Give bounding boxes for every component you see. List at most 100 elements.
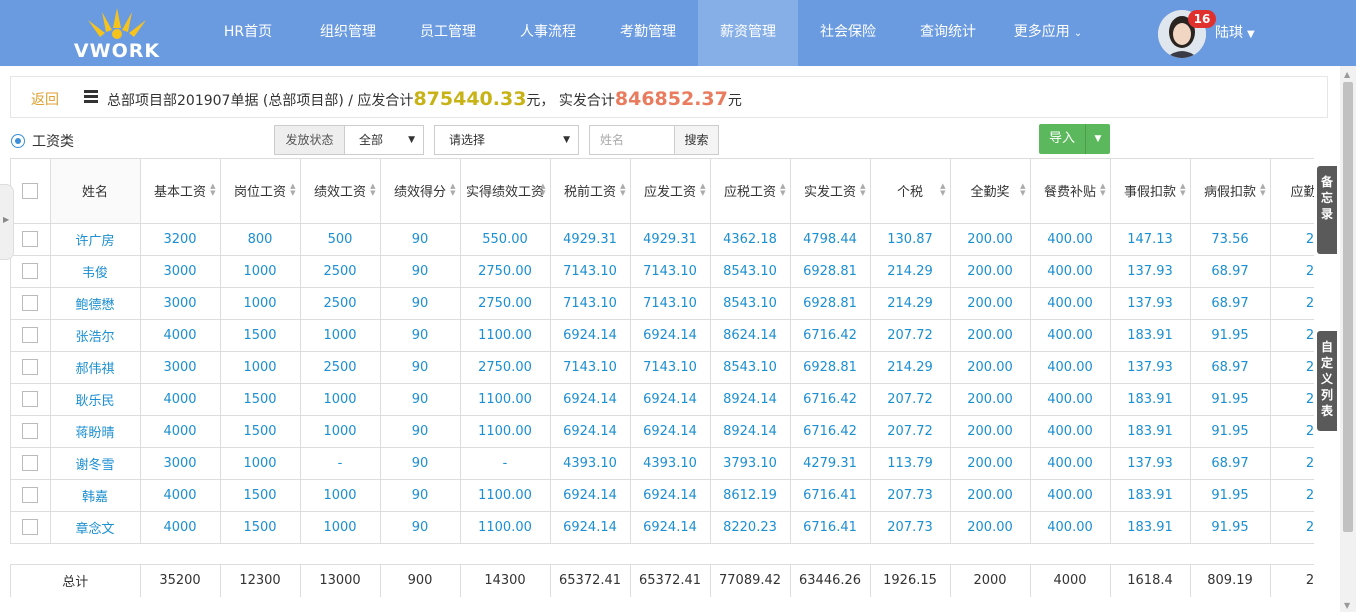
row-checkbox[interactable] (22, 295, 39, 311)
nav-hr-workflow[interactable]: 人事流程 (498, 0, 598, 66)
row-checkbox[interactable] (22, 263, 39, 279)
salary-cell[interactable]: 8924.14 (710, 383, 791, 416)
salary-cell[interactable]: 4362.18 (710, 223, 791, 256)
salary-cell[interactable]: 1500 (220, 479, 301, 512)
salary-cell[interactable]: 1000 (220, 287, 301, 320)
salary-cell[interactable]: 200.00 (950, 255, 1031, 288)
salary-cell[interactable]: 90 (380, 287, 461, 320)
salary-cell[interactable]: 400.00 (1030, 447, 1111, 480)
salary-cell[interactable]: 4000 (140, 383, 221, 416)
user-menu[interactable]: 陆琪 ▼ (1215, 22, 1255, 42)
salary-cell[interactable]: 4000 (140, 415, 221, 448)
salary-cell[interactable]: 113.79 (870, 447, 951, 480)
sort-icon[interactable]: ▲ ▼ (450, 183, 455, 197)
salary-cell[interactable]: 2 (1270, 255, 1314, 288)
salary-cell[interactable]: 4798.44 (790, 223, 871, 256)
salary-cell[interactable]: 1000 (220, 351, 301, 384)
salary-cell[interactable]: - (300, 447, 381, 480)
column-header[interactable]: 应勤天▲▼ (1270, 159, 1314, 224)
vertical-scrollbar[interactable]: ▲ ▼ (1340, 66, 1356, 612)
column-header[interactable]: 岗位工资 ▲ ▼ (220, 159, 301, 224)
salary-cell[interactable]: 91.95 (1190, 479, 1271, 512)
column-header[interactable]: 绩效工资 ▲ ▼ (300, 159, 381, 224)
salary-cell[interactable]: 91.95 (1190, 415, 1271, 448)
back-link[interactable]: 返回 (31, 89, 59, 109)
salary-cell[interactable]: 1100.00 (460, 383, 551, 416)
salary-cell[interactable]: 8924.14 (710, 415, 791, 448)
salary-type-radio[interactable] (11, 134, 25, 148)
salary-cell[interactable]: 6928.81 (790, 351, 871, 384)
sort-icon[interactable]: ▲ ▼ (1020, 183, 1025, 197)
row-checkbox[interactable] (22, 519, 39, 535)
salary-cell[interactable]: 207.72 (870, 319, 951, 352)
row-checkbox[interactable] (22, 487, 39, 503)
salary-cell[interactable]: 6924.14 (550, 383, 631, 416)
salary-cell[interactable]: 200.00 (950, 287, 1031, 320)
salary-cell[interactable]: 4279.31 (790, 447, 871, 480)
salary-cell[interactable]: 200.00 (950, 479, 1031, 512)
sort-icon[interactable]: ▲ ▼ (1260, 183, 1265, 197)
salary-cell[interactable]: 7143.10 (550, 287, 631, 320)
salary-cell[interactable]: 6716.41 (790, 479, 871, 512)
salary-cell[interactable]: 3000 (140, 447, 221, 480)
salary-cell[interactable]: 400.00 (1030, 415, 1111, 448)
salary-cell[interactable]: 1000 (300, 383, 381, 416)
column-header[interactable]: 事假扣款 ▲ ▼ (1110, 159, 1191, 224)
sort-icon[interactable]: ▲ ▼ (860, 183, 865, 197)
column-header[interactable]: 实发工资 ▲ ▼ (790, 159, 871, 224)
nav-social-insurance[interactable]: 社会保险 (798, 0, 898, 66)
salary-cell[interactable]: 6924.14 (550, 415, 631, 448)
import-dropdown-caret-icon[interactable]: ▼ (1086, 124, 1110, 154)
salary-cell[interactable]: 6924.14 (550, 511, 631, 544)
select-all-checkbox[interactable] (22, 182, 39, 199)
sort-icon[interactable]: ▲ ▼ (370, 183, 375, 197)
salary-cell[interactable]: 207.73 (870, 511, 951, 544)
salary-cell[interactable]: 214.29 (870, 351, 951, 384)
release-status-filter[interactable]: 发放状态 全部 ▼ (274, 125, 424, 155)
salary-cell[interactable]: 2750.00 (460, 287, 551, 320)
salary-cell[interactable]: 91.95 (1190, 511, 1271, 544)
salary-cell[interactable]: 90 (380, 255, 461, 288)
column-header[interactable]: 全勤奖 ▲ ▼ (950, 159, 1031, 224)
import-button[interactable]: 导入 (1039, 124, 1086, 154)
salary-cell[interactable]: 2 (1270, 511, 1314, 544)
nav-employee[interactable]: 员工管理 (398, 0, 498, 66)
nav-attendance[interactable]: 考勤管理 (598, 0, 698, 66)
salary-cell[interactable]: 1000 (300, 415, 381, 448)
salary-cell[interactable]: 6716.41 (790, 511, 871, 544)
salary-cell[interactable]: 90 (380, 319, 461, 352)
salary-cell[interactable]: 200.00 (950, 383, 1031, 416)
salary-cell[interactable]: 2750.00 (460, 255, 551, 288)
salary-cell[interactable]: 90 (380, 479, 461, 512)
salary-cell[interactable]: 2500 (300, 287, 381, 320)
category-select[interactable]: 请选择 ▼ (434, 125, 579, 155)
salary-cell[interactable]: 2 (1270, 383, 1314, 416)
salary-cell[interactable]: 7143.10 (630, 351, 711, 384)
salary-cell[interactable]: 6924.14 (630, 319, 711, 352)
sort-icon[interactable]: ▲ ▼ (780, 183, 785, 197)
salary-cell[interactable]: 90 (380, 351, 461, 384)
salary-cell[interactable]: 8543.10 (710, 351, 791, 384)
salary-cell[interactable]: 8612.19 (710, 479, 791, 512)
salary-cell[interactable]: 1000 (300, 479, 381, 512)
salary-cell[interactable]: 2 (1270, 319, 1314, 352)
salary-cell[interactable]: 3200 (140, 223, 221, 256)
nav-salary[interactable]: 薪资管理 (698, 0, 798, 66)
salary-cell[interactable]: 68.97 (1190, 351, 1271, 384)
salary-cell[interactable]: 1500 (220, 415, 301, 448)
salary-cell[interactable]: 3000 (140, 255, 221, 288)
employee-name-link[interactable]: 韦俊 (50, 255, 141, 288)
name-search-input[interactable] (589, 125, 675, 155)
salary-cell[interactable]: 1100.00 (460, 319, 551, 352)
salary-cell[interactable]: 183.91 (1110, 479, 1191, 512)
nav-more-apps[interactable]: 更多应用 ⌄ (998, 0, 1098, 66)
employee-name-link[interactable]: 章念文 (50, 511, 141, 544)
employee-name-link[interactable]: 谢冬雪 (50, 447, 141, 480)
salary-cell[interactable]: 1000 (300, 319, 381, 352)
salary-cell[interactable]: 400.00 (1030, 383, 1111, 416)
nav-hr-home[interactable]: HR首页 (198, 0, 298, 66)
salary-cell[interactable]: 200.00 (950, 447, 1031, 480)
salary-cell[interactable]: 400.00 (1030, 479, 1111, 512)
sort-icon[interactable]: ▲ ▼ (1180, 183, 1185, 197)
salary-cell[interactable]: 137.93 (1110, 287, 1191, 320)
